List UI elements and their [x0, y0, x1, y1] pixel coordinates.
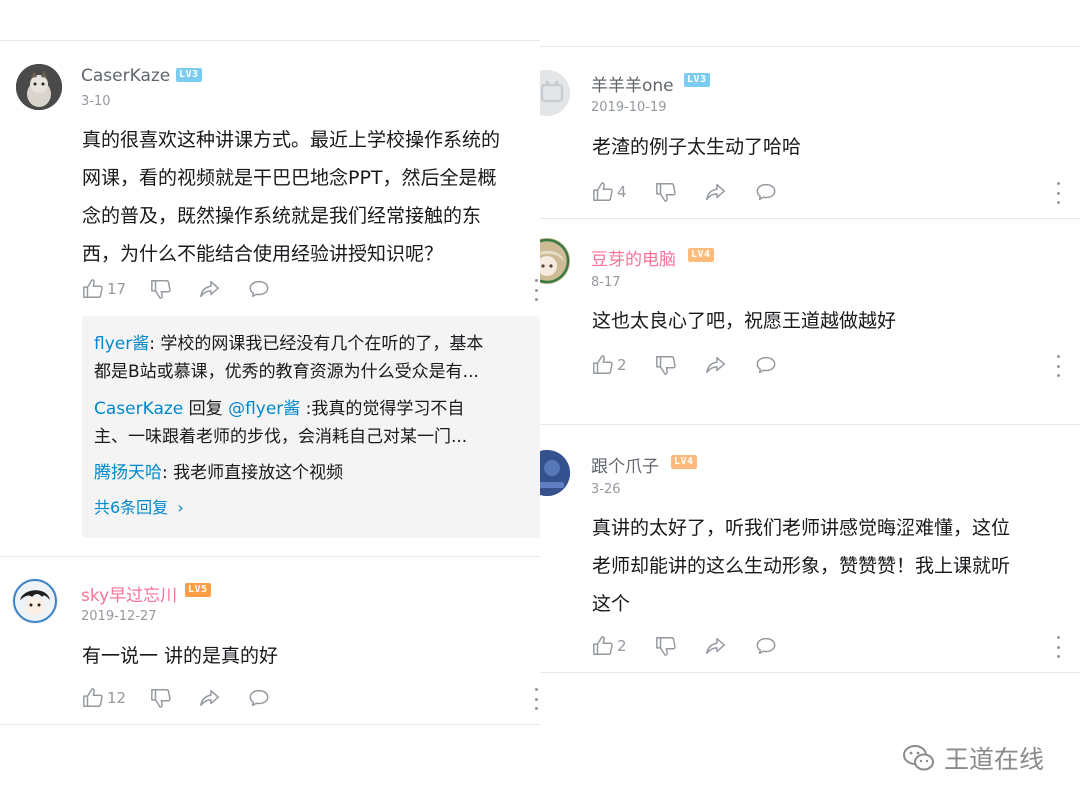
thumb-down-icon: [150, 687, 172, 709]
reply-bubble-icon: [248, 687, 270, 709]
comment-actions: 2: [592, 634, 1072, 658]
level-badge: LV5: [185, 583, 211, 597]
reply-button[interactable]: [248, 686, 270, 710]
anime-avatar-icon: [12, 578, 58, 624]
share-button[interactable]: [199, 686, 221, 710]
watermark-text: 王道在线: [943, 745, 1044, 774]
thumb-up-icon: [592, 635, 614, 657]
like-button[interactable]: 12: [82, 686, 126, 710]
comment-item: 跟个爪子 LV4 3-26 真讲的太好了，听我们老师讲感觉晦涩难懂，这位 老师却…: [540, 0, 1080, 700]
comment-text-line: 有一说一 讲的是真的好: [82, 645, 279, 667]
like-count: 12: [107, 689, 127, 707]
share-button[interactable]: [705, 634, 727, 658]
right-comment-panel: 羊羊羊one LV3 2019-10-19 老渣的例子太生动了哈哈 4 豆芽的电…: [540, 0, 1080, 808]
comment-text: 真讲的太好了，听我们老师讲感觉晦涩难懂，这位 老师却能讲的这么生动形象，赞赞赞！…: [592, 509, 1010, 623]
like-count: 2: [617, 637, 627, 655]
divider: [0, 724, 540, 725]
reply-button[interactable]: [755, 634, 777, 658]
comment-text-line: 老师却能讲的这么生动形象，赞赞赞！我上课就听: [592, 555, 1011, 577]
username[interactable]: sky早过忘川: [81, 581, 177, 606]
username[interactable]: 跟个爪子: [591, 452, 659, 477]
left-comment-panel: CaserKaze LV3 3-10 真的很喜欢这种讲课方式。最近上学校操作系统…: [0, 0, 540, 808]
comment-date: 3-26: [591, 482, 621, 497]
reply-bubble-icon: [755, 635, 777, 657]
dislike-button[interactable]: [655, 634, 677, 658]
dislike-button[interactable]: [150, 686, 172, 710]
share-icon: [705, 635, 727, 657]
thumb-down-icon: [655, 635, 677, 657]
comment-item: sky早过忘川 LV5 2019-12-27 有一说一 讲的是真的好 12: [0, 0, 540, 760]
thumb-up-icon: [82, 687, 104, 709]
comment-text-line: 这个: [592, 593, 631, 615]
blue-avatar-icon: [540, 450, 570, 496]
watermark: 王道在线: [902, 740, 1044, 776]
comment-text-line: 真讲的太好了，听我们老师讲感觉晦涩难懂，这位: [592, 517, 1011, 539]
divider: [540, 672, 1080, 673]
more-vertical-icon[interactable]: [1055, 636, 1061, 658]
level-badge: LV4: [671, 455, 697, 469]
comment-date: 2019-12-27: [81, 609, 157, 624]
comment-actions: 12: [82, 686, 540, 710]
more-vertical-icon[interactable]: [533, 688, 539, 710]
wechat-icon: [902, 745, 934, 771]
avatar[interactable]: [12, 578, 58, 624]
avatar[interactable]: [540, 450, 570, 496]
share-icon: [199, 687, 221, 709]
like-button[interactable]: 2: [592, 634, 627, 658]
comment-text: 有一说一 讲的是真的好: [82, 637, 278, 675]
